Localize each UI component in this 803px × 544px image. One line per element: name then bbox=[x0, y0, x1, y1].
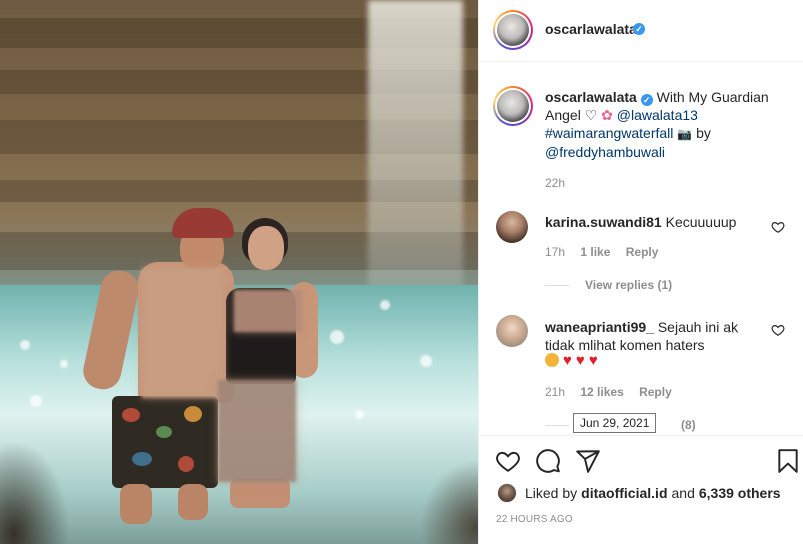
instagram-post: oscarlawalata ✓ oscarlawalata ✓ With My … bbox=[0, 0, 803, 544]
water-sparkle bbox=[420, 355, 432, 367]
water-sparkle bbox=[60, 360, 68, 368]
shorts-print bbox=[132, 452, 152, 466]
censor-blur bbox=[234, 290, 302, 332]
comment-avatar[interactable] bbox=[496, 315, 528, 347]
caption-time[interactable]: 22h bbox=[545, 176, 565, 190]
post-header: oscarlawalata ✓ bbox=[479, 0, 803, 62]
header-avatar[interactable] bbox=[493, 10, 533, 50]
comment-more-options[interactable]: ... bbox=[727, 322, 740, 336]
comment-likes[interactable]: 1 like bbox=[580, 245, 610, 259]
man-hat bbox=[172, 208, 234, 238]
comment-emoji-row: ♥ ♥ ♥ bbox=[545, 353, 598, 368]
comment-likes[interactable]: 12 likes bbox=[580, 385, 623, 399]
divider bbox=[545, 284, 569, 286]
comment-actions: 21h 12 likes Reply bbox=[545, 385, 684, 399]
water-sparkle bbox=[355, 410, 364, 419]
water-sparkle bbox=[30, 395, 42, 407]
shorts-print bbox=[178, 456, 194, 472]
censor-blur bbox=[218, 380, 296, 482]
comment-time[interactable]: 21h bbox=[545, 385, 565, 399]
post-side-panel: oscarlawalata ✓ oscarlawalata ✓ With My … bbox=[478, 0, 803, 544]
post-photo[interactable] bbox=[0, 0, 478, 544]
man-shorts bbox=[112, 396, 218, 488]
waterfall bbox=[368, 0, 463, 290]
caption-mention[interactable]: @lawalata13 bbox=[617, 107, 698, 123]
red-heart-emoji-icon: ♥ bbox=[575, 352, 585, 369]
red-heart-emoji-icon: ♥ bbox=[563, 352, 572, 369]
post-actions-bar: Liked by ditaofficial.id and 6,339 other… bbox=[479, 435, 803, 544]
date-tooltip: Jun 29, 2021 bbox=[573, 413, 657, 433]
avatar-border bbox=[495, 12, 531, 48]
liker-avatar[interactable] bbox=[497, 483, 517, 503]
man-leg bbox=[120, 484, 152, 524]
comment-icon[interactable] bbox=[535, 448, 561, 474]
clap-emoji-icon bbox=[545, 353, 559, 367]
view-replies-count: (8) bbox=[681, 418, 696, 432]
bookmark-icon[interactable] bbox=[775, 448, 801, 474]
man-leg bbox=[178, 484, 208, 520]
water-sparkle bbox=[20, 340, 30, 350]
avatar-image bbox=[497, 14, 529, 46]
like-comment-heart-icon[interactable] bbox=[771, 220, 785, 234]
caption-username[interactable]: oscarlawalata bbox=[545, 89, 637, 105]
post-caption: oscarlawalata ✓ With My Guardian Angel ♡… bbox=[545, 88, 785, 161]
divider bbox=[545, 424, 569, 426]
censor-blur bbox=[142, 268, 224, 398]
share-icon[interactable] bbox=[575, 448, 601, 474]
camera-emoji-icon: 📷 bbox=[677, 127, 693, 141]
comment-avatar[interactable] bbox=[496, 211, 528, 243]
white-heart-emoji-icon: ♡ bbox=[584, 107, 598, 123]
liked-by: Liked by ditaofficial.id and 6,339 other… bbox=[497, 483, 781, 503]
caption-mention[interactable]: @freddyhambuwali bbox=[545, 144, 665, 160]
liked-by-connector: and bbox=[671, 485, 695, 501]
liked-by-prefix: Liked by bbox=[525, 485, 578, 501]
comment-reply-button[interactable]: Reply bbox=[626, 245, 659, 259]
shorts-print bbox=[184, 406, 202, 422]
comment-username[interactable]: waneaprianti99_ bbox=[545, 319, 654, 335]
caption-hashtag[interactable]: #waimarangwaterfall bbox=[545, 125, 673, 141]
liked-by-user[interactable]: ditaofficial.id bbox=[581, 485, 667, 501]
avatar-border bbox=[495, 88, 531, 124]
header-username[interactable]: oscarlawalata bbox=[545, 21, 637, 37]
comment-username[interactable]: karina.suwandi81 bbox=[545, 214, 662, 230]
caption-avatar[interactable] bbox=[493, 86, 533, 126]
post-timestamp[interactable]: 22 HOURS AGO bbox=[496, 514, 573, 525]
like-comment-heart-icon[interactable] bbox=[771, 323, 785, 337]
comment-body: Kecuuuuup bbox=[665, 214, 737, 230]
comment-time[interactable]: 17h bbox=[545, 245, 565, 259]
woman-legs bbox=[230, 478, 290, 508]
comment-reply-button[interactable]: Reply bbox=[639, 385, 672, 399]
comment: waneaprianti99_ Sejauh ini ak tidak mlih… bbox=[545, 318, 755, 354]
water-sparkle bbox=[380, 300, 390, 310]
woman-head bbox=[248, 226, 284, 270]
water-sparkle bbox=[330, 330, 344, 344]
shorts-print bbox=[122, 408, 140, 422]
caption-by: by bbox=[696, 125, 711, 141]
verified-badge-icon: ✓ bbox=[640, 94, 653, 106]
photo-vignette bbox=[0, 440, 70, 544]
red-heart-emoji-icon: ♥ bbox=[588, 352, 598, 369]
photo-rock-foreground bbox=[420, 460, 478, 544]
comment-actions: 17h 1 like Reply bbox=[545, 245, 670, 259]
liked-by-others[interactable]: 6,339 others bbox=[699, 485, 781, 501]
comment: karina.suwandi81 Kecuuuuup bbox=[545, 213, 745, 231]
shorts-print bbox=[156, 426, 172, 438]
flower-emoji-icon: ✿ bbox=[601, 107, 613, 123]
view-replies-button[interactable]: View replies (1) bbox=[545, 278, 672, 292]
verified-badge-icon: ✓ bbox=[633, 23, 645, 35]
avatar-image bbox=[497, 90, 529, 122]
heart-icon[interactable] bbox=[495, 448, 521, 474]
view-replies-label: View replies (1) bbox=[585, 278, 673, 292]
